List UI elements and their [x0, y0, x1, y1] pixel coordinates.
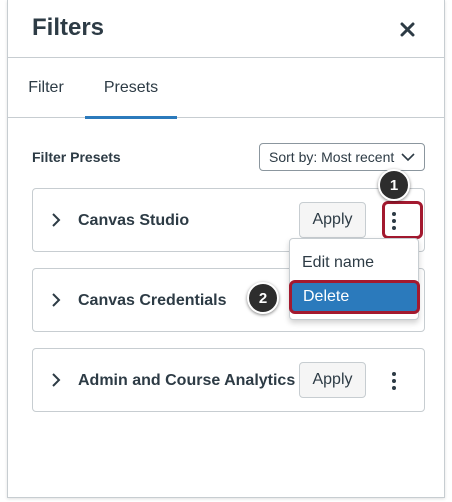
close-button[interactable]: [394, 16, 420, 42]
apply-button[interactable]: Apply: [299, 202, 366, 238]
chevron-down-icon: [401, 153, 415, 162]
sort-select[interactable]: Sort by: Most recent: [259, 143, 425, 171]
tab-bar: Filter Presets: [8, 58, 444, 119]
more-options-button[interactable]: [381, 205, 407, 237]
chevron-right-icon[interactable]: [49, 291, 63, 309]
preset-name: Canvas Studio: [78, 212, 190, 229]
tab-presets[interactable]: Presets: [85, 58, 177, 119]
step-badge: 1: [378, 169, 410, 201]
close-icon: [400, 22, 414, 36]
preset-name: Admin and Course Analytics: [78, 372, 296, 389]
tray-header: Filters: [8, 0, 444, 58]
menu-item-delete[interactable]: Delete: [289, 280, 420, 314]
step-badge: 2: [247, 282, 279, 314]
options-menu: Edit name Delete: [289, 238, 420, 320]
apply-button[interactable]: Apply: [299, 362, 366, 398]
chevron-right-icon[interactable]: [49, 211, 63, 229]
filters-tray: Filters Filter Presets Filter Presets So…: [7, 0, 445, 498]
more-options-button[interactable]: [381, 365, 407, 397]
sort-select-label: Sort by: Most recent: [269, 149, 395, 165]
menu-item-edit-name[interactable]: Edit name: [290, 245, 418, 281]
preset-card: Admin and Course Analytics Apply: [32, 348, 425, 412]
tab-filter[interactable]: Filter: [8, 58, 84, 118]
section-title: Filter Presets: [32, 149, 121, 165]
chevron-right-icon[interactable]: [49, 371, 63, 389]
preset-name: Canvas Credentials: [78, 292, 227, 309]
page-title: Filters: [32, 14, 105, 41]
more-vertical-icon: [392, 212, 396, 230]
more-vertical-icon: [392, 372, 396, 390]
